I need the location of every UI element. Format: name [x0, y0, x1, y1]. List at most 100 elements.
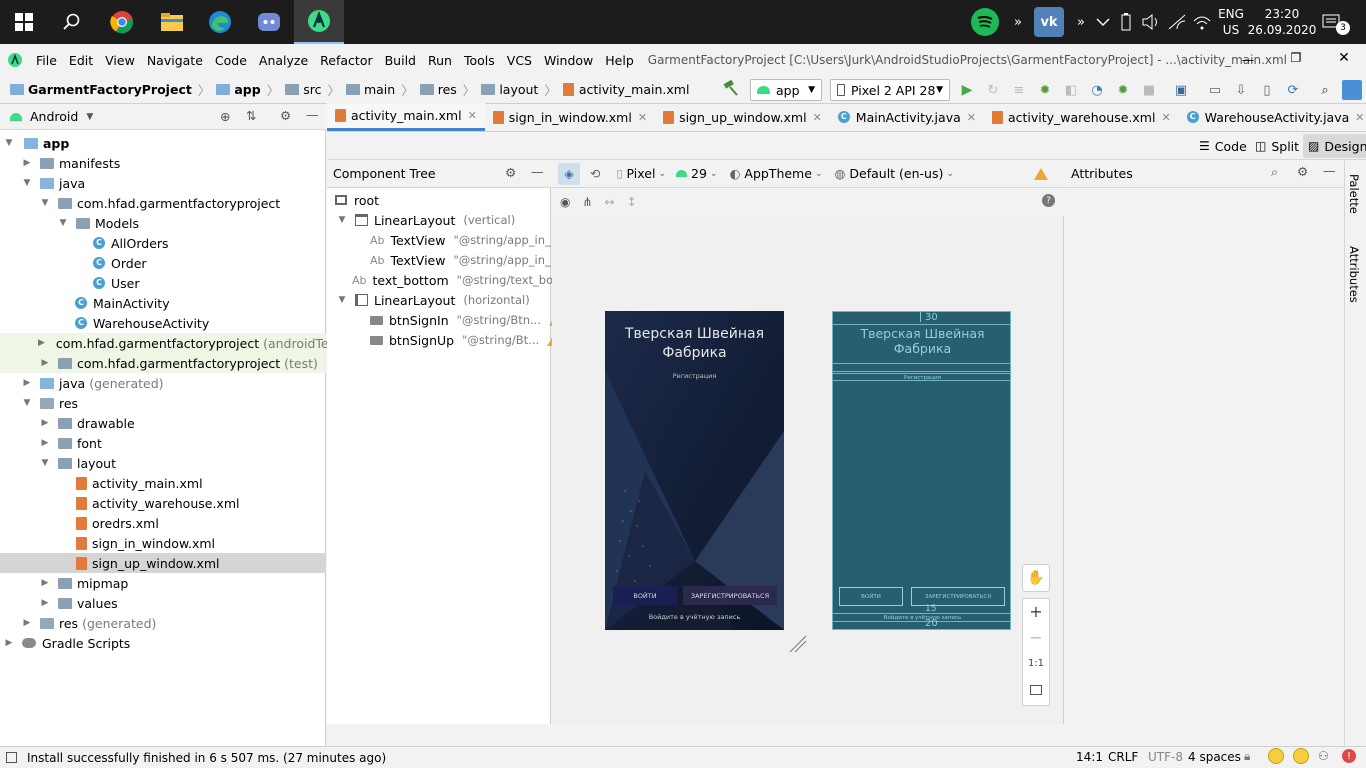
- tree-item-order[interactable]: C Order: [0, 253, 326, 273]
- close-tab-icon[interactable]: ✕: [967, 111, 976, 124]
- device-file-explorer-icon[interactable]: ▯: [1256, 79, 1278, 101]
- android-studio-icon[interactable]: [294, 0, 344, 44]
- orientation-icon[interactable]: ⟲: [590, 166, 600, 181]
- horizontal-resize-icon[interactable]: ↔: [605, 195, 615, 209]
- hide-panel-icon[interactable]: —: [306, 107, 319, 122]
- project-structure-icon[interactable]: ▣: [1170, 79, 1192, 101]
- search-icon[interactable]: ⌕: [1271, 164, 1278, 180]
- lock-icon[interactable]: 🔒︎: [1244, 749, 1250, 764]
- tree-item-drawable[interactable]: ▶ drawable: [0, 413, 326, 433]
- component-btnsignup[interactable]: btnSignUp "@string/Bt...: [370, 330, 562, 350]
- discord-icon[interactable]: [245, 0, 293, 44]
- stop-icon[interactable]: ■: [1138, 79, 1160, 101]
- attach-process-icon[interactable]: ✹: [1112, 79, 1134, 101]
- debug-icon[interactable]: ✹: [1034, 79, 1056, 101]
- wifi-icon[interactable]: [1192, 0, 1212, 44]
- component-linearlayout-horizontal[interactable]: ▼ LinearLayout (horizontal): [335, 290, 530, 310]
- close-tab-icon[interactable]: ✕: [638, 111, 647, 124]
- breadcrumb-src[interactable]: src: [281, 82, 325, 97]
- menu-code[interactable]: Code: [209, 53, 253, 68]
- design-surface-icon[interactable]: ◈: [558, 162, 580, 185]
- zoom-in-icon[interactable]: +: [1023, 599, 1049, 625]
- breadcrumb-res[interactable]: res: [416, 82, 461, 97]
- spotify-icon[interactable]: [970, 0, 1006, 44]
- vk-icon[interactable]: vk: [1034, 0, 1066, 44]
- notifications-icon[interactable]: 3: [1322, 0, 1356, 44]
- avd-manager-icon[interactable]: ▭: [1204, 79, 1226, 101]
- hammer-icon[interactable]: [722, 79, 740, 100]
- tree-item-activity-main[interactable]: activity_main.xml: [0, 473, 326, 493]
- tree-item-java[interactable]: ▼ java: [0, 173, 326, 193]
- tree-item-app[interactable]: ▼ app: [0, 133, 326, 153]
- menu-file[interactable]: File: [30, 53, 63, 68]
- menu-navigate[interactable]: Navigate: [141, 53, 209, 68]
- menu-vcs[interactable]: VCS: [501, 53, 538, 68]
- edge-icon[interactable]: [196, 0, 244, 44]
- magnet-icon[interactable]: ⋔: [582, 195, 592, 209]
- theme-select[interactable]: AppTheme: [744, 166, 812, 181]
- tree-item-layout[interactable]: ▼ layout: [0, 453, 326, 473]
- clock[interactable]: 23:20 26.09.2020: [1248, 0, 1317, 44]
- tab-sign-up-window[interactable]: sign_up_window.xml ✕: [655, 103, 830, 131]
- network-icon[interactable]: [1167, 0, 1187, 44]
- file-encoding[interactable]: UTF-8: [1148, 750, 1183, 764]
- tab-sign-in-window[interactable]: sign_in_window.xml ✕: [485, 103, 655, 131]
- run-config-select[interactable]: app ▼: [750, 79, 822, 101]
- profile-icon[interactable]: ◔: [1086, 79, 1108, 101]
- tree-item-sign-up-window[interactable]: sign_up_window.xml: [0, 553, 326, 573]
- tree-item-allorders[interactable]: C AllOrders: [0, 233, 326, 253]
- hide-panel-icon[interactable]: —: [1323, 163, 1336, 178]
- device-select[interactable]: Pixel 2 API 28 ▼: [830, 79, 950, 101]
- vertical-resize-icon[interactable]: ↕: [627, 195, 637, 209]
- tree-item-sign-in-window[interactable]: sign_in_window.xml: [0, 533, 326, 553]
- component-btnsignin[interactable]: btnSignIn "@string/Btn...: [370, 310, 563, 330]
- tree-item-package[interactable]: ▼ com.hfad.garmentfactoryproject: [0, 193, 326, 213]
- menu-tools[interactable]: Tools: [458, 53, 501, 68]
- line-separator[interactable]: CRLF: [1108, 750, 1138, 764]
- blueprint-preview[interactable]: 30 Тверская Швейная Фабрика Регистрация …: [832, 311, 1011, 630]
- close-tab-icon[interactable]: ✕: [813, 111, 822, 124]
- tree-item-res-generated[interactable]: ▶ res (generated): [0, 613, 326, 633]
- breadcrumb-app[interactable]: app: [212, 82, 264, 97]
- breadcrumb-file[interactable]: activity_main.xml: [559, 82, 694, 97]
- resize-handle-icon[interactable]: [788, 634, 808, 654]
- tree-item-java-generated[interactable]: ▶ java (generated): [0, 373, 326, 393]
- sync-gradle-icon[interactable]: ⟳: [1282, 79, 1304, 101]
- breadcrumb-layout[interactable]: layout: [477, 82, 542, 97]
- search-icon[interactable]: [48, 0, 96, 44]
- pan-button[interactable]: ✋: [1022, 564, 1050, 592]
- project-view-mode[interactable]: Android: [30, 109, 78, 124]
- tab-activity-warehouse[interactable]: activity_warehouse.xml ✕: [984, 103, 1179, 131]
- component-root[interactable]: root: [335, 190, 379, 210]
- close-tab-icon[interactable]: ✕: [468, 109, 477, 122]
- restore-icon[interactable]: ❐: [1286, 50, 1306, 65]
- breadcrumb-project[interactable]: GarmentFactoryProject: [0, 82, 196, 97]
- tab-mainactivity[interactable]: C MainActivity.java ✕: [830, 103, 984, 131]
- locate-icon[interactable]: ⊕: [220, 109, 230, 124]
- chrome-icon[interactable]: [98, 0, 146, 44]
- device-preview-select[interactable]: Pixel: [627, 166, 656, 181]
- design-mode-button[interactable]: ▨ Design: [1303, 134, 1366, 158]
- close-tab-icon[interactable]: ✕: [1355, 111, 1364, 124]
- tree-item-activity-warehouse[interactable]: activity_warehouse.xml: [0, 493, 326, 513]
- eye-icon[interactable]: ◉: [560, 195, 570, 209]
- component-textview-2[interactable]: Ab TextView "@string/app_in_...: [370, 250, 562, 270]
- tree-item-warehouseactivity[interactable]: C WarehouseActivity: [0, 313, 326, 333]
- gear-icon[interactable]: ⚙: [280, 108, 291, 123]
- gear-icon[interactable]: ⚙: [1297, 164, 1308, 179]
- attach-debugger-icon[interactable]: ◧: [1060, 79, 1082, 101]
- component-textview-1[interactable]: Ab TextView "@string/app_in_...: [370, 230, 562, 250]
- menu-run[interactable]: Run: [422, 53, 458, 68]
- menu-analyze[interactable]: Analyze: [253, 53, 314, 68]
- tree-item-test[interactable]: ▶ com.hfad.garmentfactoryproject (test): [0, 353, 326, 373]
- preview-sign-up-button[interactable]: ЗАРЕГИСТРИРОВАТЬСЯ: [683, 586, 777, 605]
- indent-setting[interactable]: 4 spaces: [1188, 750, 1241, 764]
- gear-icon[interactable]: ⚙: [505, 165, 516, 180]
- tree-item-res[interactable]: ▼ res: [0, 393, 326, 413]
- apply-code-changes-icon[interactable]: ≡: [1008, 79, 1030, 101]
- apply-changes-icon[interactable]: ↻: [982, 79, 1004, 101]
- tree-item-gradle-scripts[interactable]: ▶ Gradle Scripts: [0, 633, 326, 653]
- tab-warehouseactivity[interactable]: C WarehouseActivity.java ✕: [1179, 103, 1366, 131]
- volume-icon[interactable]: [1141, 0, 1161, 44]
- component-text-bottom[interactable]: Ab text_bottom "@string/text_bo...: [352, 270, 564, 290]
